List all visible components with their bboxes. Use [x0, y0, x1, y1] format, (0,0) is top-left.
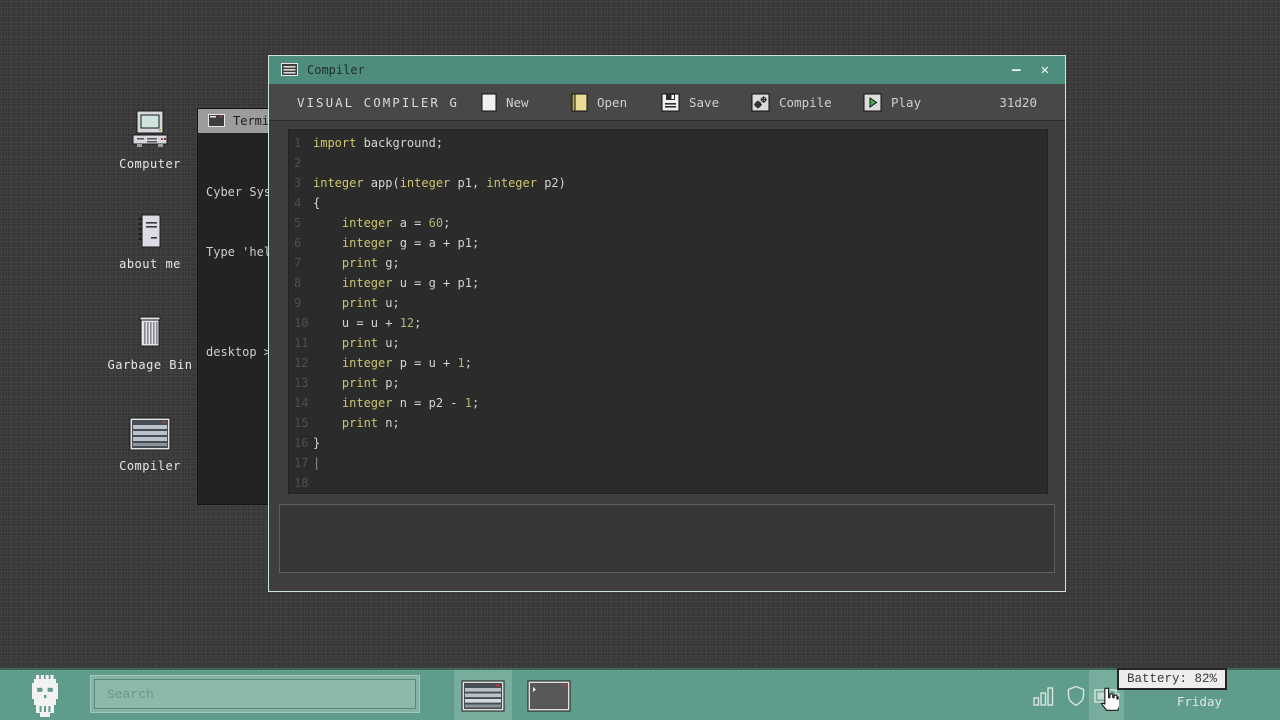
code-line[interactable]: 9 print u; [289, 293, 1047, 313]
play-button[interactable]: Play [863, 84, 921, 120]
code-line[interactable]: 5 integer a = 60; [289, 213, 1047, 233]
code-line[interactable]: 17| [289, 453, 1047, 473]
line-number: 11 [289, 333, 313, 353]
code-editor[interactable]: 1import background;23integer app(integer… [288, 129, 1048, 494]
save-button[interactable]: Save [661, 84, 719, 120]
terminal-icon [208, 112, 225, 131]
line-number: 6 [289, 233, 313, 253]
computer-icon [100, 110, 200, 152]
desktop-icon-about-me[interactable]: about me [100, 212, 200, 271]
weekday-label: Friday [1177, 693, 1222, 710]
mouse-hand-cursor-icon [1097, 687, 1119, 715]
search-input[interactable] [94, 679, 416, 709]
trash-icon [100, 313, 200, 353]
close-button[interactable]: ✕ [1041, 62, 1049, 78]
desktop-icon-garbage-bin[interactable]: Garbage Bin [100, 313, 200, 372]
line-number: 13 [289, 373, 313, 393]
new-button[interactable]: New [481, 84, 529, 120]
code-line[interactable]: 3integer app(integer p1, integer p2) [289, 173, 1047, 193]
line-number: 18 [289, 473, 313, 493]
battery-tooltip: Battery: 82% [1117, 668, 1227, 690]
line-number: 3 [289, 173, 313, 193]
window-title: Compiler [307, 63, 1003, 77]
compiler-app-icon [100, 416, 200, 454]
code-line[interactable]: 4{ [289, 193, 1047, 213]
desktop-icon-compiler[interactable]: Compiler [100, 416, 200, 473]
code-line[interactable]: 11 print u; [289, 333, 1047, 353]
line-number: 7 [289, 253, 313, 273]
start-skull-icon[interactable] [26, 675, 64, 720]
code-line[interactable]: 10 u = u + 12; [289, 313, 1047, 333]
compile-button[interactable]: Compile [751, 84, 832, 120]
code-line[interactable]: 8 integer u = g + p1; [289, 273, 1047, 293]
line-number: 4 [289, 193, 313, 213]
line-number: 2 [289, 153, 313, 173]
notebook-icon [100, 212, 200, 252]
terminal-title: Termi [233, 114, 269, 128]
code-line[interactable]: 12 integer p = u + 1; [289, 353, 1047, 373]
line-number: 16 [289, 433, 313, 453]
open-file-icon [571, 93, 588, 112]
desktop: Computer about me [0, 0, 1280, 720]
compiler-window: Compiler – ✕ VISUAL COMPILER G New Open [268, 55, 1066, 592]
compiler-titlebar[interactable]: Compiler – ✕ [269, 56, 1065, 84]
open-button[interactable]: Open [571, 84, 627, 120]
taskbar: ril Friday [0, 668, 1280, 720]
play-icon [863, 93, 882, 112]
toolbar-brand: VISUAL COMPILER G [297, 84, 459, 120]
code-line[interactable]: 16} [289, 433, 1047, 453]
code-line[interactable]: 18 [289, 473, 1047, 493]
taskbar-compiler-button[interactable] [454, 670, 512, 720]
search-box [90, 675, 420, 713]
minimize-button[interactable]: – [1012, 62, 1020, 78]
taskbar-terminal-button[interactable] [520, 670, 578, 720]
shield-icon[interactable] [1062, 670, 1090, 720]
line-number: 5 [289, 213, 313, 233]
line-number: 12 [289, 353, 313, 373]
compile-gears-icon [751, 93, 770, 112]
compiler-window-icon [281, 61, 298, 80]
desktop-icon-computer[interactable]: Computer [100, 110, 200, 171]
compiler-toolbar: VISUAL COMPILER G New Open [269, 84, 1065, 121]
code-line[interactable]: 6 integer g = a + p1; [289, 233, 1047, 253]
desktop-icon-label: Computer [100, 157, 200, 171]
code-line[interactable]: 1import background; [289, 133, 1047, 153]
code-line[interactable]: 13 print p; [289, 373, 1047, 393]
line-number: 15 [289, 413, 313, 433]
line-number: 14 [289, 393, 313, 413]
terminal-task-icon [527, 680, 571, 712]
desktop-icon-label: Compiler [100, 459, 200, 473]
line-number: 8 [289, 273, 313, 293]
code-line[interactable]: 7 print g; [289, 253, 1047, 273]
compiler-task-icon [461, 680, 505, 712]
code-line[interactable]: 15 print n; [289, 413, 1047, 433]
dice-counter: 31d20 [999, 84, 1037, 120]
line-number: 17 [289, 453, 313, 473]
stats-icon[interactable] [1030, 670, 1058, 720]
line-number: 10 [289, 313, 313, 333]
new-file-icon [481, 93, 497, 112]
line-number: 1 [289, 133, 313, 153]
desktop-icon-label: Garbage Bin [100, 358, 200, 372]
line-number: 9 [289, 293, 313, 313]
code-line[interactable]: 14 integer n = p2 - 1; [289, 393, 1047, 413]
code-line[interactable]: 2 [289, 153, 1047, 173]
output-panel [279, 504, 1055, 573]
save-floppy-icon [661, 93, 680, 112]
desktop-icon-label: about me [100, 257, 200, 271]
